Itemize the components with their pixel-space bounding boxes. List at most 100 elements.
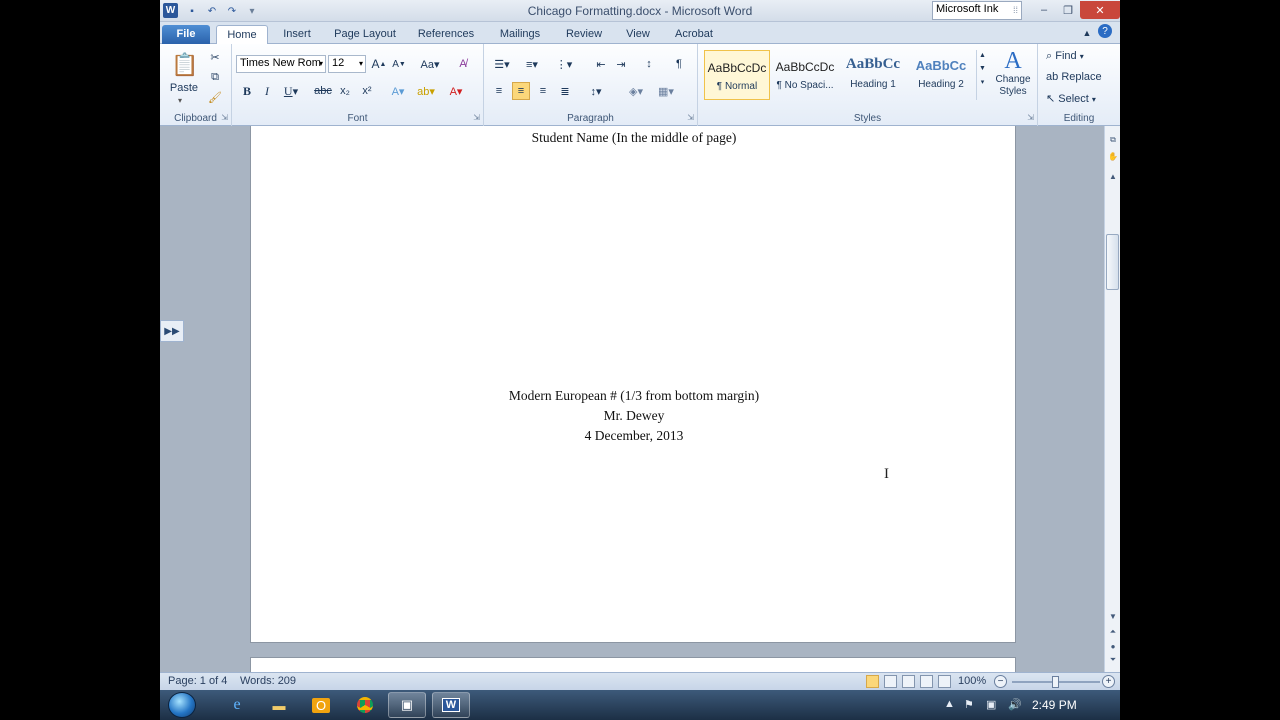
internet-explorer-icon[interactable]: e xyxy=(218,692,256,718)
change-case-icon[interactable]: Aa▾ xyxy=(418,55,442,73)
text-effects-icon[interactable]: A▾ xyxy=(386,82,410,100)
scroll-down-icon[interactable]: ▼ xyxy=(1107,610,1119,622)
font-launcher-icon[interactable]: ⇲ xyxy=(473,113,480,122)
paragraph-launcher-icon[interactable]: ⇲ xyxy=(687,113,694,122)
italic-icon[interactable]: I xyxy=(258,82,276,100)
maximize-button[interactable]: ❐ xyxy=(1056,1,1080,19)
tray-expand-icon[interactable]: ▲ xyxy=(944,698,955,710)
shrink-font-icon[interactable]: A ▼ xyxy=(390,55,408,73)
full-screen-reading-icon[interactable] xyxy=(884,675,897,688)
document-page[interactable]: Student Name (In the middle of page) Mod… xyxy=(250,126,1016,643)
font-color-icon[interactable]: A▾ xyxy=(444,82,468,100)
styles-scroll[interactable]: ▲ ▼ ▾ xyxy=(976,50,988,100)
style-normal[interactable]: AaBbCcDc ¶ Normal xyxy=(704,50,770,100)
show-formatting-icon[interactable]: ¶ xyxy=(670,55,688,73)
multilevel-list-icon[interactable]: ⋮▾ xyxy=(552,55,576,73)
tab-review[interactable]: Review xyxy=(560,25,608,44)
close-button[interactable]: ✕ xyxy=(1080,1,1120,19)
clipboard-launcher-icon[interactable]: ⇲ xyxy=(221,113,228,122)
student-name-line[interactable]: Student Name (In the middle of page) xyxy=(251,130,1017,146)
align-right-icon[interactable]: ≡ xyxy=(534,82,552,100)
zoom-out-icon[interactable]: − xyxy=(994,675,1007,688)
draft-icon[interactable] xyxy=(938,675,951,688)
tab-home[interactable]: Home xyxy=(216,25,268,44)
cut-icon[interactable]: ✂ xyxy=(206,48,224,66)
grow-font-icon[interactable]: A ▲ xyxy=(370,55,388,73)
action-center-icon[interactable]: ⚑ xyxy=(964,698,974,711)
scroll-down-icon[interactable]: ▼ xyxy=(977,65,988,72)
paste-button[interactable]: Paste xyxy=(166,82,202,94)
previous-page-icon[interactable]: ⏶ xyxy=(1107,626,1119,638)
help-icon[interactable]: ? xyxy=(1098,24,1112,38)
styles-launcher-icon[interactable]: ⇲ xyxy=(1027,113,1034,122)
clear-formatting-icon[interactable]: A̸ xyxy=(454,55,472,73)
numbering-icon[interactable]: ≡▾ xyxy=(520,55,544,73)
subscript-icon[interactable]: x₂ xyxy=(336,82,354,100)
more-styles-icon[interactable]: ▾ xyxy=(977,78,988,86)
shading-icon[interactable]: ◈▾ xyxy=(624,82,648,100)
copy-icon[interactable]: ⧉ xyxy=(206,68,224,86)
scroll-thumb[interactable] xyxy=(1106,234,1119,290)
bullets-icon[interactable]: ☰▾ xyxy=(490,55,514,73)
vertical-scrollbar[interactable]: ⧉ ✋ ▲ ▼ ⏶ ● ⏷ xyxy=(1104,126,1120,672)
tab-view[interactable]: View xyxy=(618,25,658,44)
course-line[interactable]: Modern European # (1/3 from bottom margi… xyxy=(251,388,1017,404)
next-page-icon[interactable]: ⏷ xyxy=(1107,654,1119,666)
start-button[interactable] xyxy=(168,692,196,718)
web-layout-icon[interactable] xyxy=(902,675,915,688)
minimize-ribbon-icon[interactable]: ▲ xyxy=(1078,24,1096,42)
style-heading-1[interactable]: AaBbCc Heading 1 xyxy=(840,50,906,100)
navigation-pane-toggle[interactable]: ▶▶ xyxy=(160,320,184,342)
increase-indent-icon[interactable]: ⇥ xyxy=(612,55,630,73)
style-no-spacing[interactable]: AaBbCcDc ¶ No Spaci... xyxy=(772,50,838,100)
select-button[interactable]: ↖ Select ▾ xyxy=(1046,92,1096,105)
zoom-level[interactable]: 100% xyxy=(958,675,986,687)
select-browse-object-icon[interactable]: ● xyxy=(1107,640,1119,652)
outlook-icon[interactable]: O xyxy=(302,692,340,718)
superscript-icon[interactable]: x² xyxy=(358,82,376,100)
tab-page-layout[interactable]: Page Layout xyxy=(328,25,402,44)
bold-icon[interactable]: B xyxy=(238,82,256,100)
font-size-dropdown[interactable]: 12 ▾ xyxy=(328,55,366,73)
network-icon[interactable]: ▣ xyxy=(986,698,996,711)
zoom-slider[interactable] xyxy=(1012,676,1100,688)
outline-icon[interactable] xyxy=(920,675,933,688)
decrease-indent-icon[interactable]: ⇤ xyxy=(592,55,610,73)
volume-icon[interactable]: 🔊 xyxy=(1008,698,1022,711)
clock[interactable]: 2:49 PM xyxy=(1032,698,1077,712)
zoom-in-icon[interactable]: + xyxy=(1102,675,1115,688)
font-name-dropdown[interactable]: Times New Rom ▾ xyxy=(236,55,326,73)
tab-references[interactable]: References xyxy=(412,25,480,44)
teacher-line[interactable]: Mr. Dewey xyxy=(251,408,1017,424)
chrome-icon[interactable] xyxy=(346,692,384,718)
change-styles-button[interactable]: A Change Styles xyxy=(990,48,1036,108)
scroll-up-icon[interactable]: ▲ xyxy=(977,52,988,59)
borders-icon[interactable]: ▦▾ xyxy=(654,82,678,100)
find-button[interactable]: ⌕ Find ▾ xyxy=(1046,50,1084,63)
file-explorer-icon[interactable]: ▬ xyxy=(260,692,298,718)
scroll-up-icon[interactable]: ▲ xyxy=(1107,170,1119,182)
zoom-slider-knob[interactable] xyxy=(1052,676,1059,688)
tab-insert[interactable]: Insert xyxy=(272,25,322,44)
hand-icon[interactable]: ✋ xyxy=(1107,150,1119,162)
print-layout-icon[interactable] xyxy=(866,675,879,688)
sort-icon[interactable]: ↕ xyxy=(640,55,658,73)
justify-icon[interactable]: ≣ xyxy=(556,82,574,100)
tab-file[interactable]: File xyxy=(162,25,210,44)
minimize-button[interactable]: – xyxy=(1032,1,1056,19)
replace-button[interactable]: ab Replace xyxy=(1046,71,1102,83)
tab-mailings[interactable]: Mailings xyxy=(490,25,550,44)
microsoft-ink-button[interactable]: Microsoft Ink ⁞⁞ xyxy=(932,1,1022,20)
line-spacing-icon[interactable]: ↕▾ xyxy=(584,82,608,100)
ruler-toggle-icon[interactable]: ⧉ xyxy=(1107,134,1119,146)
highlight-icon[interactable]: ab▾ xyxy=(414,82,438,100)
underline-icon[interactable]: U ▾ xyxy=(280,82,302,100)
recorder-icon[interactable]: ▣ xyxy=(388,692,426,718)
align-left-icon[interactable]: ≡ xyxy=(490,82,508,100)
tab-acrobat[interactable]: Acrobat xyxy=(666,25,722,44)
style-heading-2[interactable]: AaBbCc Heading 2 xyxy=(908,50,974,100)
align-center-icon[interactable]: ≡ xyxy=(512,82,530,100)
page-count[interactable]: Page: 1 of 4 xyxy=(168,675,227,687)
paste-icon[interactable]: 📋 xyxy=(170,50,200,80)
format-painter-icon[interactable]: 🖌 xyxy=(206,88,224,106)
